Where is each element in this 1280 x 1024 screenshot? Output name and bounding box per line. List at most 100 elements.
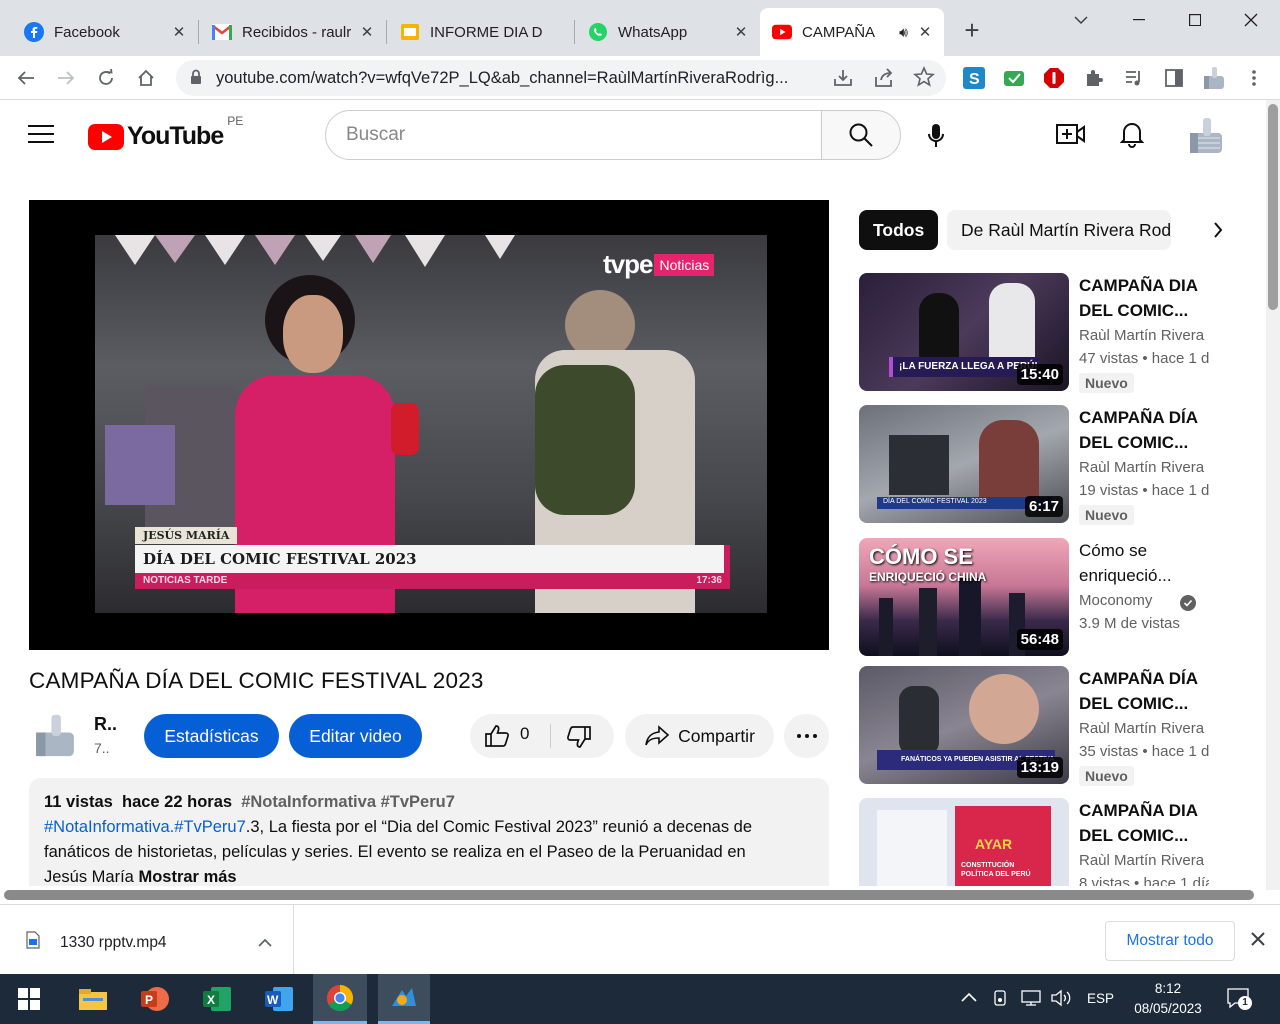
header-tags[interactable]: #NotaInformativa #TvPeru7 [241,793,455,811]
channel-name[interactable]: R.. [94,714,117,735]
volume-icon[interactable] [1050,989,1074,1012]
recommendation-channel[interactable]: Raùl Martín Rivera Rodrìguez [1079,459,1209,476]
close-tab-icon[interactable]: ✕ [732,23,750,41]
share-button[interactable]: Compartir [625,714,774,758]
home-button[interactable] [130,62,162,94]
url-text: youtube.com/watch?v=wfqVe72P_LQ&ab_chann… [216,69,789,87]
minimize-button[interactable] [1110,0,1168,40]
chip-todos[interactable]: Todos [859,210,939,250]
more-actions-button[interactable] [784,714,829,758]
word-icon[interactable]: W [254,974,304,1024]
speaker-icon[interactable]: 🔊︎ [899,24,908,41]
dislike-button[interactable] [566,725,592,754]
horizontal-scrollbar[interactable] [0,886,1266,904]
side-panel-icon[interactable] [1158,62,1190,94]
video-thumbnail[interactable]: FANÁTICOS YA PUEDEN ASISTIR AL FESTIVAL … [859,666,1069,784]
tab-youtube-active[interactable]: CAMPAÑA 🔊︎ ✕ [760,8,944,56]
recommendation-item[interactable]: FANÁTICOS YA PUEDEN ASISTIR AL FESTIVAL … [859,666,1259,786]
menu-kebab-icon[interactable] [1238,62,1270,94]
network-icon[interactable] [1020,989,1042,1012]
show-all-downloads-button[interactable]: Mostrar todo [1105,921,1235,961]
new-tab-button[interactable]: + [958,16,986,44]
close-tab-icon[interactable]: ✕ [358,23,376,41]
address-bar[interactable]: youtube.com/watch?v=wfqVe72P_LQ&ab_chann… [176,60,946,96]
extension-check-icon[interactable] [998,62,1030,94]
close-tab-icon[interactable]: ✕ [916,23,934,41]
recommendation-channel[interactable]: Raùl Martín Rivera Rodrìguez [1079,720,1209,737]
show-more-link[interactable]: Mostrar más [138,868,236,886]
description-box[interactable]: 11 vistas hace 22 horas #NotaInformativa… [29,778,829,890]
recommendation-item[interactable]: ¡LA FUERZA LLEGA A PERÚ! 15:40 CAMPAÑA D… [859,273,1259,393]
powerpoint-icon[interactable]: P [130,974,180,1024]
stats-button[interactable]: Estadísticas [144,714,279,758]
chevron-up-icon[interactable] [258,935,272,953]
tab-whatsapp[interactable]: WhatsApp ✕ [576,8,760,56]
like-button[interactable]: 0 [484,724,529,748]
channel-avatar[interactable] [29,710,81,762]
vertical-scroll-thumb[interactable] [1268,104,1278,310]
horizontal-scroll-thumb[interactable] [4,890,1254,900]
notifications-bell-icon[interactable] [1119,120,1145,153]
video-player[interactable]: tvpe Noticias JESÚS MARÍA DÍA DEL COMIC … [29,200,829,650]
recommendation-channel[interactable]: Moconomy [1079,592,1179,609]
chips-next-button[interactable] [1171,210,1231,250]
lock-icon[interactable] [190,69,202,90]
video-thumbnail[interactable]: ¡LA FUERZA LLEGA A PERÚ! 15:40 [859,273,1069,391]
video-thumbnail[interactable]: DÍA DEL COMIC FESTIVAL 2023 6:17 [859,405,1069,523]
recommendation-item[interactable]: DÍA DEL COMIC FESTIVAL 2023 6:17 CAMPAÑA… [859,405,1259,525]
video-thumbnail[interactable]: CÓMO SE ENRIQUECIÓ CHINA 56:48 [859,538,1069,656]
close-tab-icon[interactable]: ✕ [170,23,188,41]
vertical-scrollbar[interactable] [1266,100,1280,890]
hamburger-menu-icon[interactable] [28,122,56,149]
bookmark-star-icon[interactable] [913,65,935,93]
chip-channel[interactable]: De Raùl Martín Rivera Rodrìguez [947,210,1171,250]
close-download-bar-icon[interactable] [1250,931,1266,952]
search-button[interactable] [821,110,901,160]
windows-start-icon[interactable] [4,974,54,1024]
youtube-logo[interactable]: YouTube PE [88,114,243,151]
search-input[interactable]: Buscar [325,110,822,160]
profile-avatar[interactable] [1198,62,1230,94]
input-language[interactable]: ESP [1087,991,1114,1006]
video-thumbnail[interactable]: AYAR CONSTITUCIÓN POLÍTICA DEL PERÚ [859,798,1069,890]
tab-gmail[interactable]: Recibidos - raulr ✕ [200,8,386,56]
recommendation-title[interactable]: CAMPAÑA DÍA DEL COMIC... [1079,666,1209,716]
install-icon[interactable] [832,67,854,94]
recommendation-title[interactable]: Cómo se enriqueció... [1079,538,1209,588]
description-tags-link[interactable]: #NotaInformativa.#TvPeru7 [44,818,246,836]
forward-button[interactable] [50,62,82,94]
recommendation-title[interactable]: CAMPAÑA DIA DEL COMIC... [1079,273,1209,323]
recommendation-channel[interactable]: Raùl Martín Rivera Rodrìguez [1079,852,1209,869]
notification-center-icon[interactable]: 1 [1226,987,1252,1014]
reload-button[interactable] [90,62,122,94]
excel-icon[interactable]: X [192,974,242,1024]
tab-title: Facebook [54,23,120,41]
video-editor-taskbar-icon[interactable] [378,974,430,1024]
recommendation-title[interactable]: CAMPAÑA DÍA DEL COMIC... [1079,405,1209,455]
tab-facebook[interactable]: Facebook ✕ [12,8,198,56]
download-item[interactable]: 1330 rpptv.mp4 [0,905,294,975]
recommendation-title[interactable]: CAMPAÑA DIA DEL COMIC... [1079,798,1209,848]
adblock-icon[interactable] [1038,62,1070,94]
clock[interactable]: 8:12 08/05/2023 [1128,979,1208,1019]
edit-video-button[interactable]: Editar video [289,714,422,758]
extensions-puzzle-icon[interactable] [1078,62,1110,94]
file-explorer-icon[interactable] [68,974,118,1024]
back-button[interactable] [10,62,42,94]
maximize-button[interactable] [1166,0,1224,40]
media-control-icon[interactable] [1118,62,1150,94]
recommendation-channel[interactable]: Raùl Martín Rivera Rodrìguez [1079,327,1209,344]
recommendation-item[interactable]: AYAR CONSTITUCIÓN POLÍTICA DEL PERÚ CAMP… [859,798,1259,890]
tab-search-icon[interactable] [1052,0,1110,40]
chrome-taskbar-icon[interactable] [313,974,367,1024]
share-page-icon[interactable] [873,67,895,94]
create-video-icon[interactable] [1056,122,1086,151]
close-window-button[interactable] [1222,0,1280,40]
extension-s-icon[interactable]: S [958,62,990,94]
recommendation-item[interactable]: CÓMO SE ENRIQUECIÓ CHINA 56:48 Cómo se e… [859,538,1259,656]
voice-search-button[interactable] [916,112,956,160]
tab-slides[interactable]: INFORME DIA D [388,8,574,56]
account-avatar[interactable] [1184,114,1228,158]
meet-now-icon[interactable] [992,989,1010,1012]
show-hidden-icons-chevron-icon[interactable] [960,990,978,1008]
